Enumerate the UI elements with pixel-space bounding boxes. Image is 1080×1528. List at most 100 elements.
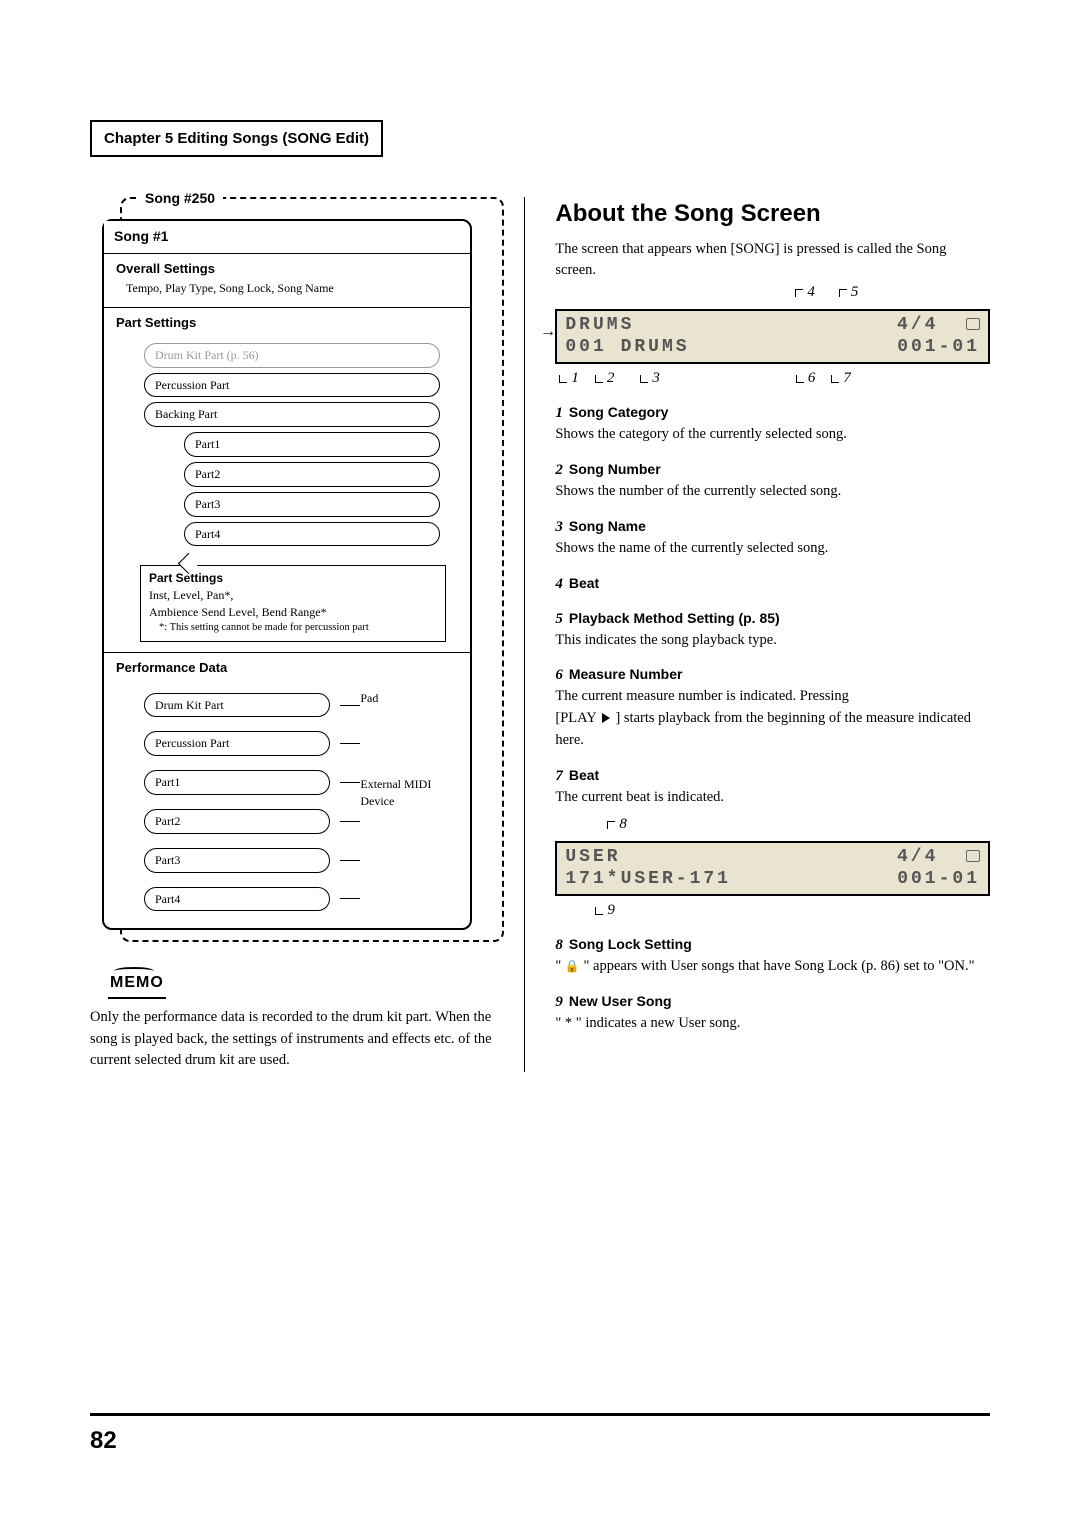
pill-backing: Backing Part — [144, 402, 440, 427]
def-body: Shows the name of the currently selected… — [555, 538, 990, 560]
song-1-box: Song #1 Overall Settings Tempo, Play Typ… — [102, 219, 472, 930]
loop-icon — [966, 850, 980, 862]
lcd1-r1r: 4/4 — [897, 315, 966, 335]
loop-icon — [966, 318, 980, 330]
arrow-right-icon: → — [543, 323, 556, 342]
callouts-top-2: 8 — [555, 814, 990, 835]
def-body: This indicates the song playback type. — [555, 630, 990, 652]
def-num: 4 — [555, 576, 563, 592]
lcd2-r2l: 171*USER-171 — [565, 869, 731, 891]
lcd1-r1l: DRUMS — [565, 315, 634, 337]
lcd1-r2r: 001-01 — [897, 337, 980, 359]
def-item-8: 8 Song Lock Setting " 🔒 " appears with Us… — [555, 935, 990, 978]
right-column: About the Song Screen The screen that ap… — [555, 197, 990, 1072]
lcd2-r2r: 001-01 — [897, 869, 980, 891]
def-num: 1 — [555, 405, 563, 421]
callout-9: 9 — [607, 900, 615, 921]
def-head: Song Lock Setting — [569, 936, 692, 952]
connector-icon — [340, 705, 360, 706]
def-item-5: 5Playback Method Setting (p. 85)This ind… — [555, 609, 990, 652]
left-column: Song #250 Song #1 Overall Settings Tempo… — [90, 197, 525, 1072]
pill-part1: Part1 — [184, 432, 440, 457]
perf-part1: Part1 — [144, 770, 330, 795]
def-item-9: 9 New User Song " * " indicates a new Use… — [555, 992, 990, 1035]
connector-icon — [340, 782, 360, 783]
callout-6: 6 — [808, 368, 816, 389]
def-num: 8 — [555, 937, 563, 953]
part-settings-detail: Part Settings Inst, Level, Pan*, Ambienc… — [140, 565, 446, 642]
lock-icon: 🔒 — [565, 957, 580, 975]
corner-icon — [595, 375, 603, 383]
song-250-box: Song #250 Song #1 Overall Settings Tempo… — [120, 197, 504, 942]
song-250-label: Song #250 — [137, 189, 223, 209]
def-head: Beat — [569, 575, 599, 591]
corner-icon — [796, 375, 804, 383]
connector-icon — [340, 898, 360, 899]
callout-4: 4 — [807, 282, 815, 303]
memo-icon: MEMO — [108, 972, 166, 998]
pill-part4: Part4 — [184, 522, 440, 547]
ps-title: Part Settings — [149, 570, 437, 587]
def-item-7: 7BeatThe current beat is indicated. — [555, 766, 990, 809]
perf-percussion: Percussion Part — [144, 731, 330, 756]
connector-icon — [340, 860, 360, 861]
pill-drumkit: Drum Kit Part (p. 56) — [144, 343, 440, 368]
pad-label: Pad — [360, 690, 450, 707]
def-body: Shows the number of the currently select… — [555, 481, 990, 503]
def-head: New User Song — [569, 993, 672, 1009]
connector-icon — [340, 743, 360, 744]
part-pills: Drum Kit Part (p. 56) Percussion Part Ba… — [104, 334, 470, 560]
perf-right-labels: Pad External MIDI Device — [360, 684, 450, 810]
def-head: Song Name — [569, 518, 646, 534]
callouts-top-1: 4 5 — [555, 282, 990, 303]
callout-2: 2 — [607, 368, 615, 389]
def-num: 7 — [555, 768, 563, 784]
def-item-4: 4 Beat — [555, 574, 990, 595]
overall-settings-head: Overall Settings — [104, 254, 470, 280]
lcd1-r2l: 001 DRUMS — [565, 337, 689, 359]
lcd-screen-1: → DRUMS4/4 001 DRUMS001-01 — [555, 309, 990, 364]
ps-line2: Ambience Send Level, Bend Range* — [149, 604, 437, 621]
def-body: " * " indicates a new User song. — [555, 1013, 990, 1035]
pill-part2: Part2 — [184, 462, 440, 487]
def-head: Song Category — [569, 404, 669, 420]
connector-icon — [340, 821, 360, 822]
def-head: Playback Method Setting (p. 85) — [569, 610, 780, 626]
two-column-layout: Song #250 Song #1 Overall Settings Tempo… — [90, 197, 990, 1072]
def-num: 9 — [555, 994, 563, 1010]
lcd-screen-2: USER 4/4 171*USER-171 001-01 — [555, 841, 990, 896]
def-body: The current measure number is indicated.… — [555, 686, 990, 751]
callouts-bottom-1: 1 2 3 6 7 — [555, 368, 990, 389]
callout-3: 3 — [652, 368, 660, 389]
def-head: Measure Number — [569, 666, 683, 682]
callouts-bottom-2: 9 — [555, 900, 990, 921]
def-item-2: 2Song NumberShows the number of the curr… — [555, 460, 990, 503]
chapter-header: Chapter 5 Editing Songs (SONG Edit) — [90, 120, 383, 157]
intro-text: The screen that appears when [SONG] is p… — [555, 239, 990, 283]
song-1-label: Song #1 — [104, 221, 178, 253]
perf-part3: Part3 — [144, 848, 330, 873]
lcd2-r1l: USER — [565, 847, 620, 869]
memo-text: Only the performance data is recorded to… — [90, 1007, 504, 1072]
callout-8: 8 — [619, 814, 627, 835]
corner-icon — [607, 821, 615, 829]
ext-midi-label: External MIDI Device — [360, 776, 450, 810]
callout-7: 7 — [843, 368, 851, 389]
section-heading: About the Song Screen — [555, 197, 990, 231]
def-head: Beat — [569, 767, 599, 783]
def-item-3: 3Song NameShows the name of the currentl… — [555, 517, 990, 560]
ps-note: *: This setting cannot be made for percu… — [149, 621, 437, 636]
lcd2-r1r: 4/4 — [897, 847, 966, 867]
corner-icon — [839, 289, 847, 297]
ps-line1: Inst, Level, Pan*, — [149, 587, 437, 604]
def-item-6: 6 Measure Number The current measure numbe… — [555, 665, 990, 751]
corner-icon — [831, 375, 839, 383]
perf-drumkit: Drum Kit Part — [144, 693, 330, 718]
definition-list: 1Song CategoryShows the category of the … — [555, 403, 990, 808]
perf-part4: Part4 — [144, 887, 330, 912]
def-body: " 🔒 " appears with User songs that have … — [555, 956, 990, 978]
page-number: 82 — [90, 1424, 990, 1458]
def-num: 6 — [555, 667, 563, 683]
page-footer: 82 — [90, 1413, 990, 1458]
corner-icon — [640, 375, 648, 383]
